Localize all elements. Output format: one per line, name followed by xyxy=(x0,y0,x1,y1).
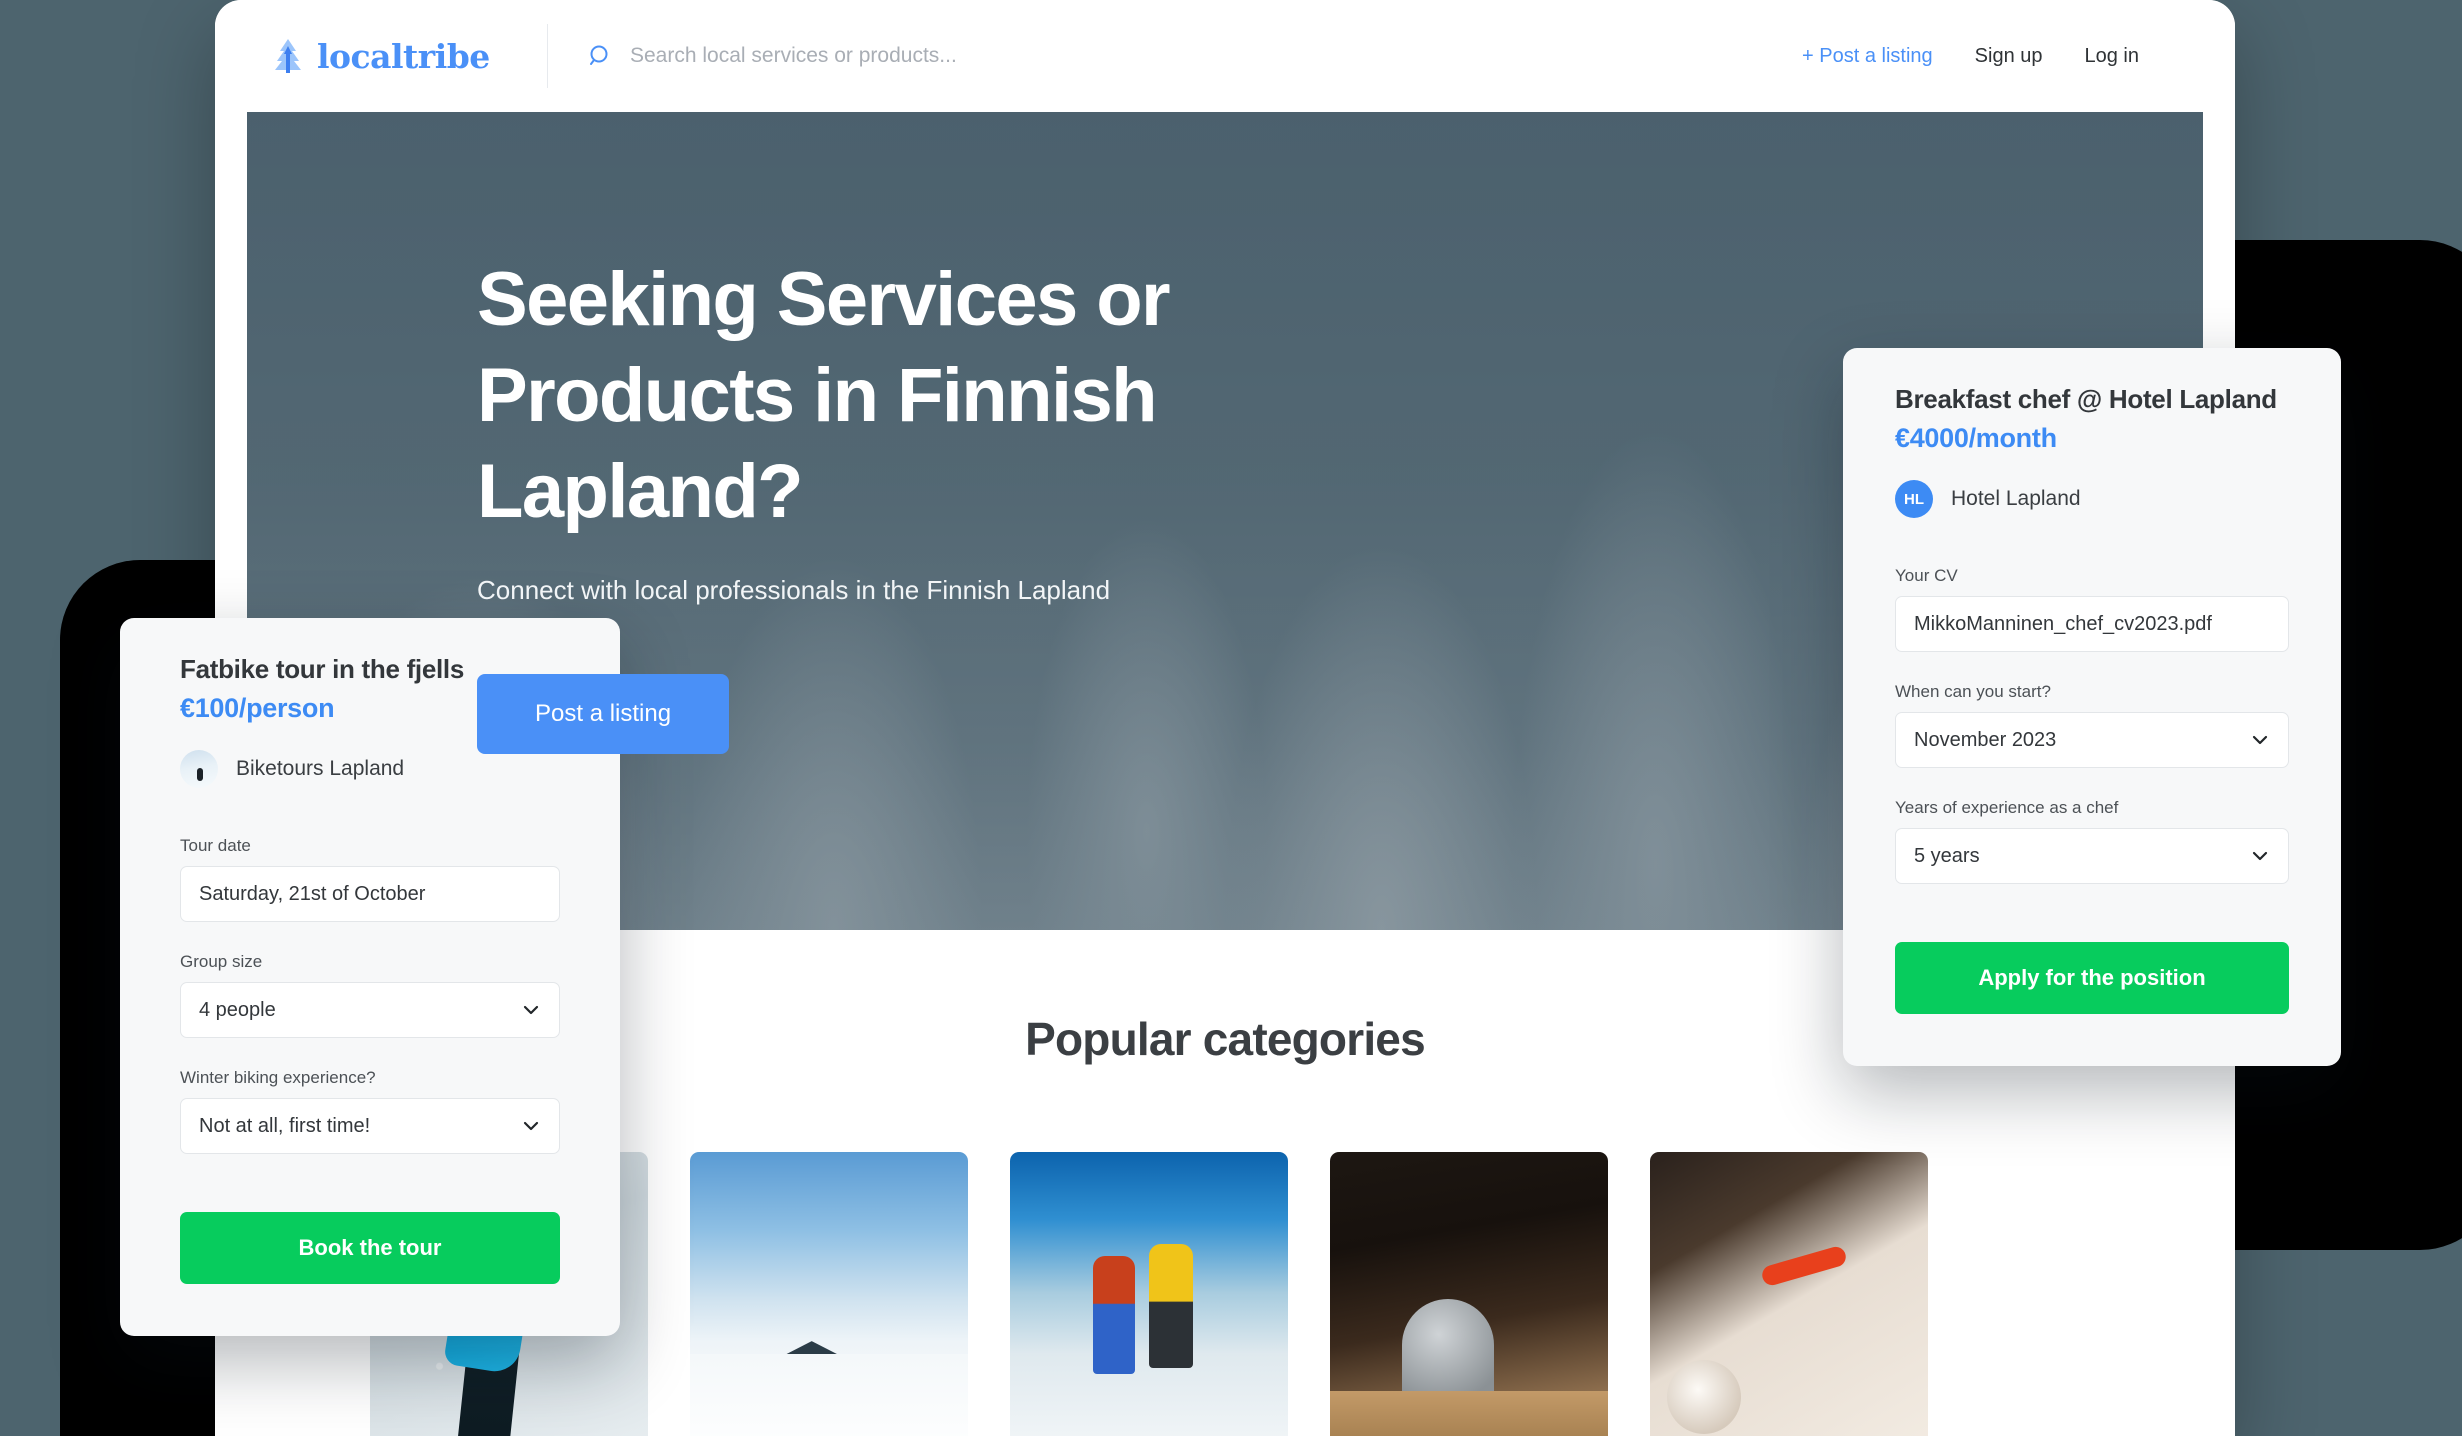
header-divider xyxy=(547,24,548,88)
pine-tree-icon xyxy=(275,39,301,73)
field-winter-biking-label: Winter biking experience? xyxy=(180,1068,376,1087)
hero-title: Seeking Services or Products in Finnish … xyxy=(477,257,1171,534)
site-header: localtribe + Post a listing Sign up Log … xyxy=(215,0,2235,112)
brand-name: localtribe xyxy=(317,36,490,76)
apply-for-position-button[interactable]: Apply for the position xyxy=(1895,942,2289,1014)
field-winter-biking-experience: Winter biking experience? Not at all, fi… xyxy=(180,1068,560,1154)
chevron-down-icon xyxy=(2252,735,2268,745)
group-size-select[interactable]: 4 people xyxy=(180,982,560,1038)
provider-avatar xyxy=(180,750,218,788)
field-years-experience-label: Years of experience as a chef xyxy=(1895,798,2119,817)
search-bar[interactable] xyxy=(588,43,1803,69)
hero-content: Seeking Services or Products in Finnish … xyxy=(247,112,2203,755)
category-tile-skiers[interactable] xyxy=(1010,1152,1288,1436)
winter-biking-value: Not at all, first time! xyxy=(199,1114,371,1137)
provider-name: Biketours Lapland xyxy=(236,757,405,780)
chevron-down-icon xyxy=(523,1005,539,1015)
header-nav: + Post a listing Sign up Log in xyxy=(1802,45,2139,68)
chevron-down-icon xyxy=(2252,851,2268,861)
tour-date-input[interactable]: Saturday, 21st of October xyxy=(180,866,560,922)
brand-logo-link[interactable]: localtribe xyxy=(271,37,519,76)
post-a-listing-link[interactable]: + Post a listing xyxy=(1802,45,1933,68)
hero-subtitle: Connect with local professionals in the … xyxy=(477,575,1111,606)
book-the-tour-button[interactable]: Book the tour xyxy=(180,1212,560,1284)
years-experience-select[interactable]: 5 years xyxy=(1895,828,2289,884)
category-tile-cabin[interactable] xyxy=(690,1152,968,1436)
category-tile-sauna[interactable] xyxy=(1330,1152,1608,1436)
screenshot-stage: localtribe + Post a listing Sign up Log … xyxy=(0,0,2462,1436)
field-years-experience: Years of experience as a chef 5 years xyxy=(1895,798,2289,884)
tour-date-value: Saturday, 21st of October xyxy=(199,882,426,905)
category-tile-chef[interactable] xyxy=(1650,1152,1928,1436)
fatbike-card-provider: Biketours Lapland xyxy=(180,750,560,788)
field-tour-date: Tour date Saturday, 21st of October xyxy=(180,836,560,922)
search-input[interactable] xyxy=(630,44,1803,68)
search-icon xyxy=(590,45,608,65)
chevron-down-icon xyxy=(523,1121,539,1131)
hero-post-listing-button[interactable]: Post a listing xyxy=(477,674,730,755)
group-size-value: 4 people xyxy=(199,998,276,1021)
field-tour-date-label: Tour date xyxy=(180,836,251,855)
winter-biking-select[interactable]: Not at all, first time! xyxy=(180,1098,560,1154)
years-experience-value: 5 years xyxy=(1914,844,1980,867)
field-group-size-label: Group size xyxy=(180,952,263,971)
field-group-size: Group size 4 people xyxy=(180,952,560,1038)
log-in-link[interactable]: Log in xyxy=(2085,45,2140,68)
sign-up-link[interactable]: Sign up xyxy=(1975,45,2043,68)
